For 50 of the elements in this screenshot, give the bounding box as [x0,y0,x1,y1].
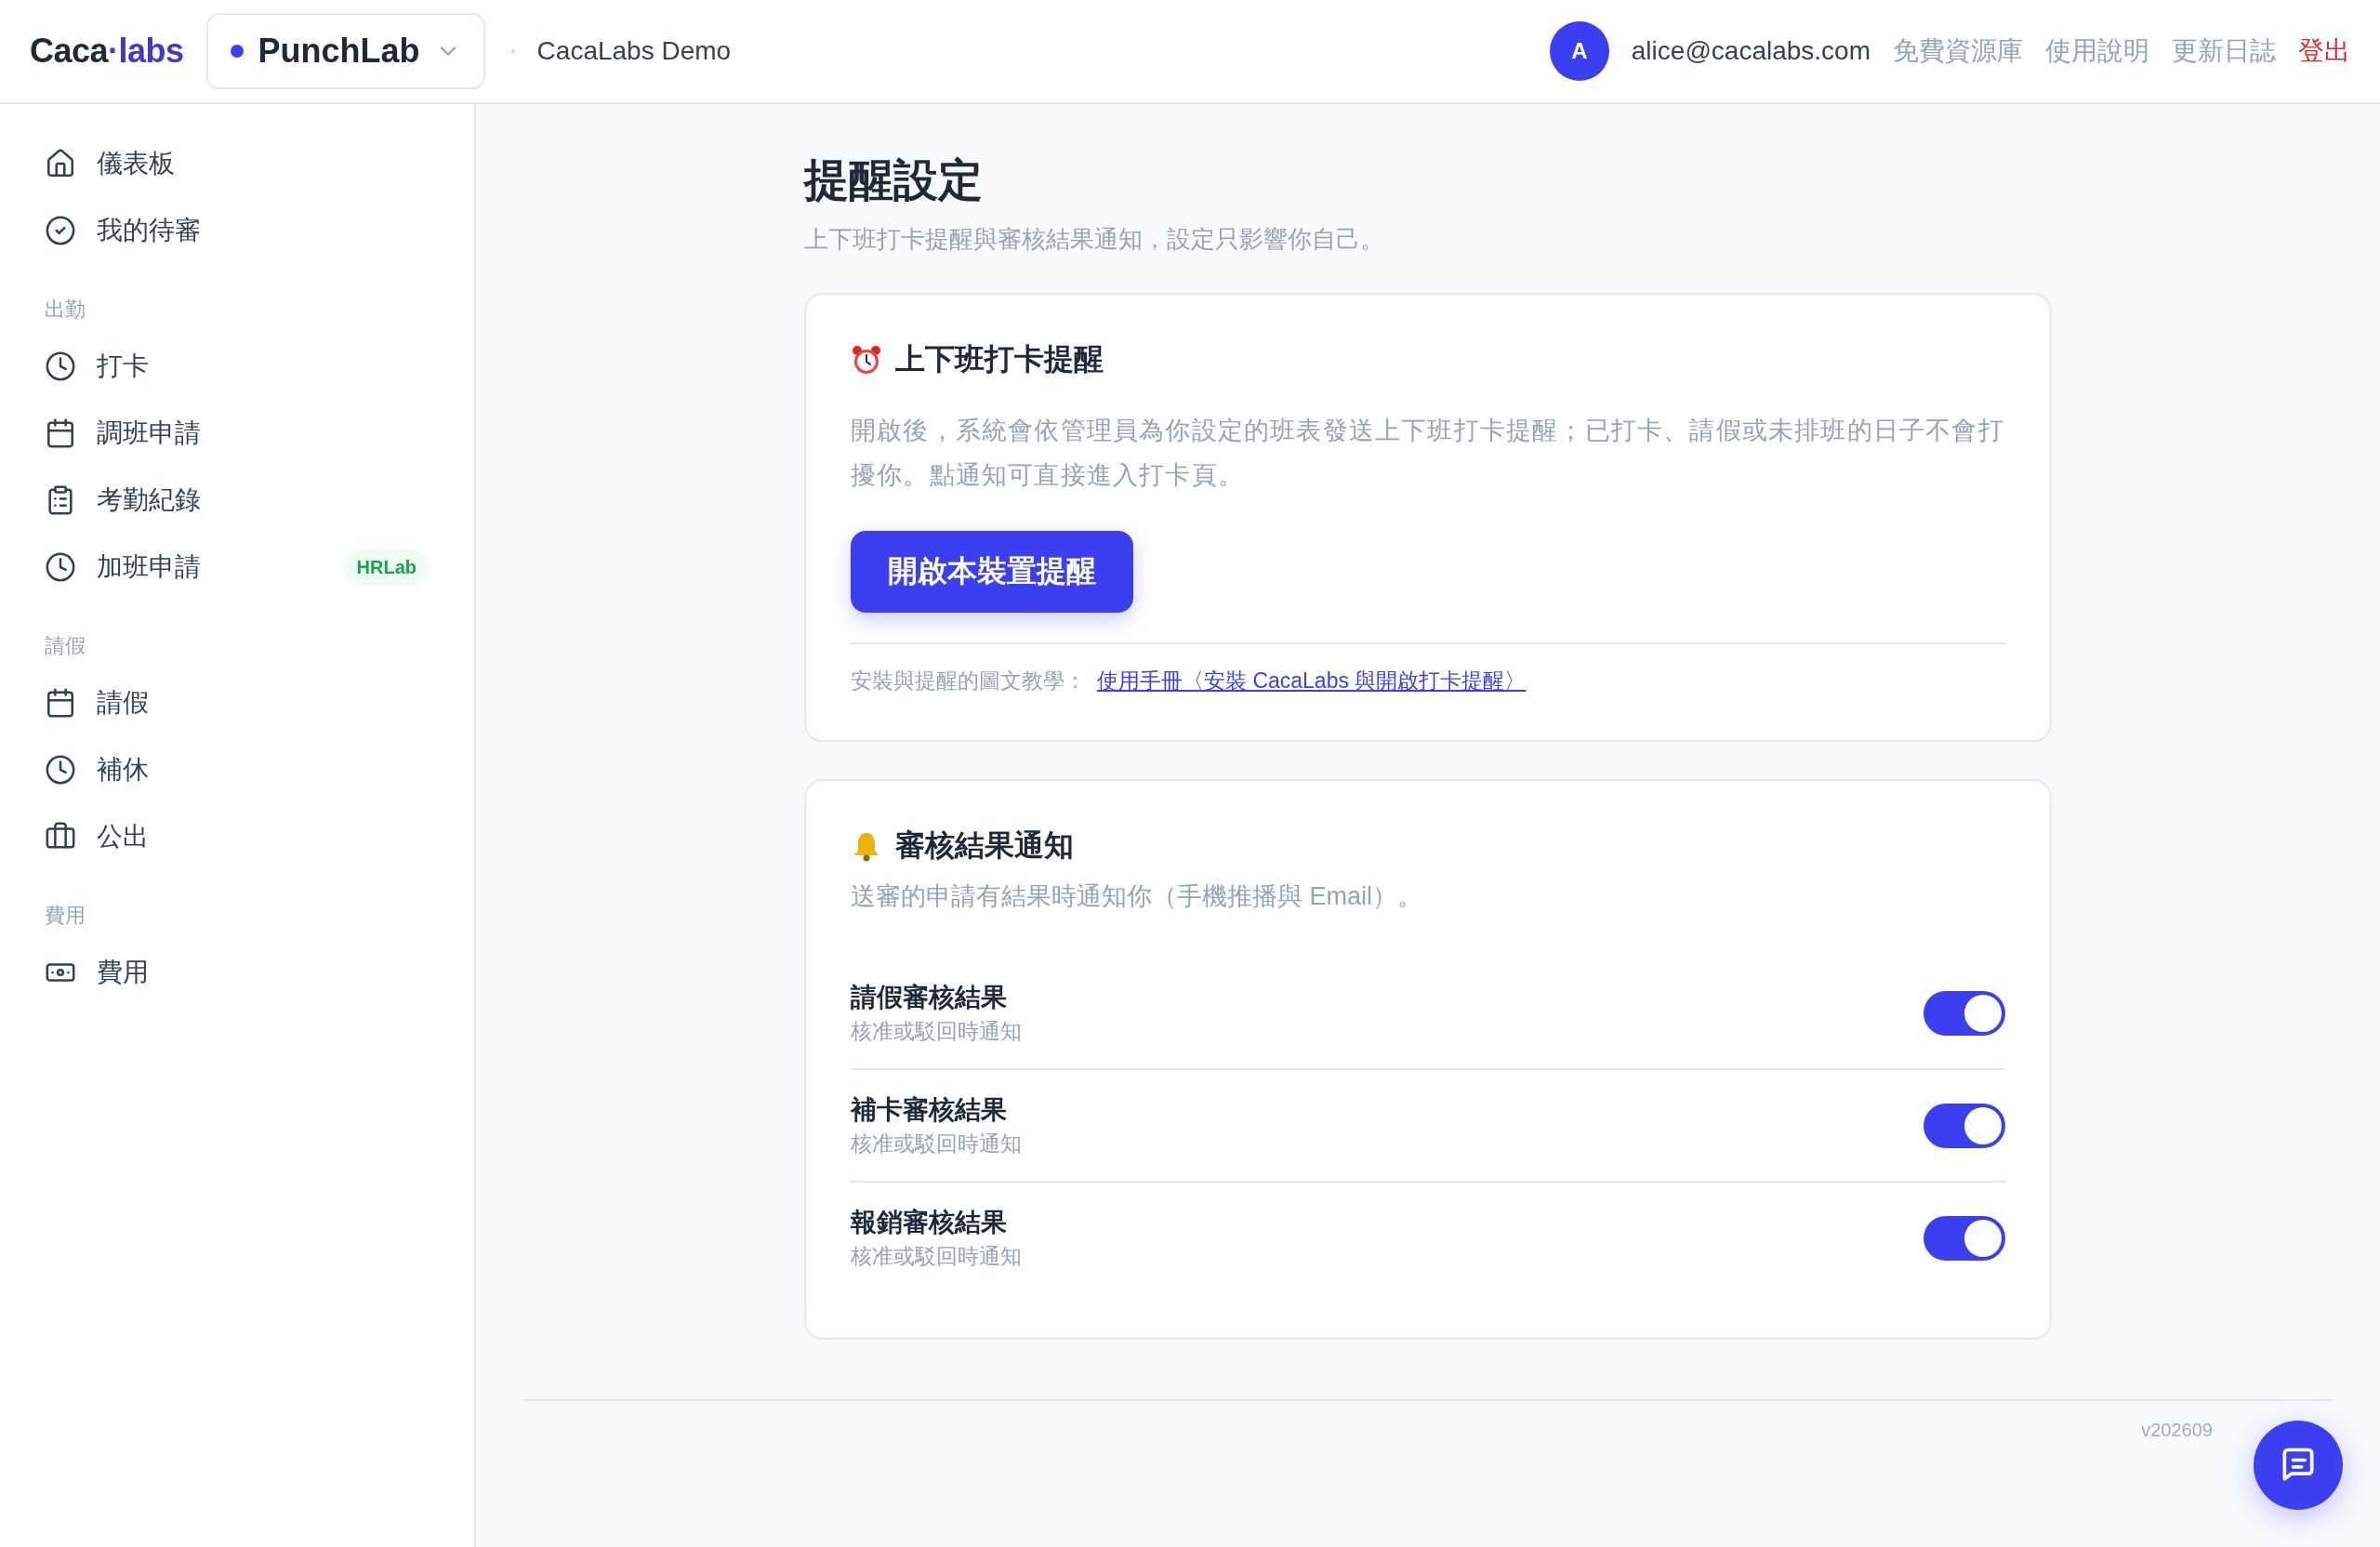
sidebar-section-title: 出勤 [45,297,86,323]
clock-icon [45,551,76,583]
logout-link[interactable]: 登出 [2298,33,2350,69]
card-description: 送審的申請有結果時通知你（手機推播與 Email）。 [851,881,1423,912]
page-subtitle: 上下班打卡提醒與審核結果通知，設定只影響你自己。 [804,224,1385,255]
status-dot [230,45,244,58]
setting-description: 核准或駁回時通知 [851,1130,1022,1157]
enable-reminder-button[interactable]: 開啟本裝置提醒 [851,531,1133,613]
clock-icon [45,350,76,382]
product-badge: HRLab [343,549,430,586]
toggle-switch[interactable] [1924,990,2005,1036]
card-title: 審核結果通知 [895,827,1074,864]
toggle-switch[interactable] [1924,1103,2005,1148]
user-email: alice@cacalabs.com [1631,36,1871,66]
clock-icon [45,754,76,786]
page-title: 提醒設定 [804,154,984,206]
check-circle-icon [45,215,76,246]
sidebar-item[interactable]: 費用 [45,939,430,1006]
setting-title: 請假審核結果 [851,982,1008,1013]
sidebar-item[interactable]: 加班申請 HRLab [45,534,430,601]
setting-title: 補卡審核結果 [851,1094,1008,1126]
version-text: v202609 [2141,1420,2213,1441]
toggle-switch[interactable] [1924,1215,2005,1261]
separator-dot [510,49,515,53]
tutorial-link[interactable]: 使用手冊〈安裝 CacaLabs 與開啟打卡提醒〉 [1097,667,1527,695]
sidebar-item[interactable]: 儀表板 [45,130,430,197]
sidebar-item[interactable]: 請假 [45,669,430,736]
calendar-icon [45,687,76,719]
setting-description: 核准或駁回時通知 [851,1018,1022,1045]
sidebar-item[interactable]: 調班申請 [45,400,430,467]
card-description: 開啟後，系統會依管理員為你設定的班表發送上下班打卡提醒；已打卡、請假或未排班的日子不會打擾你。點通知可直接進入打卡頁。 [851,416,2005,491]
card-title: 上下班打卡提醒 [895,341,1104,377]
setting-description: 核准或駁回時通知 [851,1243,1022,1270]
sidebar-section-title: 請假 [45,633,86,659]
sidebar-item[interactable]: 考勤紀錄 [45,467,430,534]
sidebar-item[interactable]: 補休 [45,736,430,803]
setting-title: 報銷審核結果 [851,1207,1008,1238]
chat-button[interactable] [2254,1421,2343,1510]
tutorial-label: 安裝與提醒的圖文教學： [851,668,1086,694]
sidebar-item[interactable]: 打卡 [45,333,430,400]
alarm-clock-icon [851,344,882,376]
sidebar-item[interactable]: 公出 [45,803,430,870]
organization-name: CacaLabs Demo [536,36,732,66]
user-avatar[interactable]: A [1549,21,1609,81]
home-icon [45,148,76,179]
sidebar-item[interactable]: 我的待審 [45,197,430,264]
calendar-icon [45,417,76,449]
logo[interactable]: Caca·labs [30,32,184,71]
project-selector[interactable]: PunchLab [205,13,485,89]
sidebar-section-title: 費用 [45,903,86,929]
